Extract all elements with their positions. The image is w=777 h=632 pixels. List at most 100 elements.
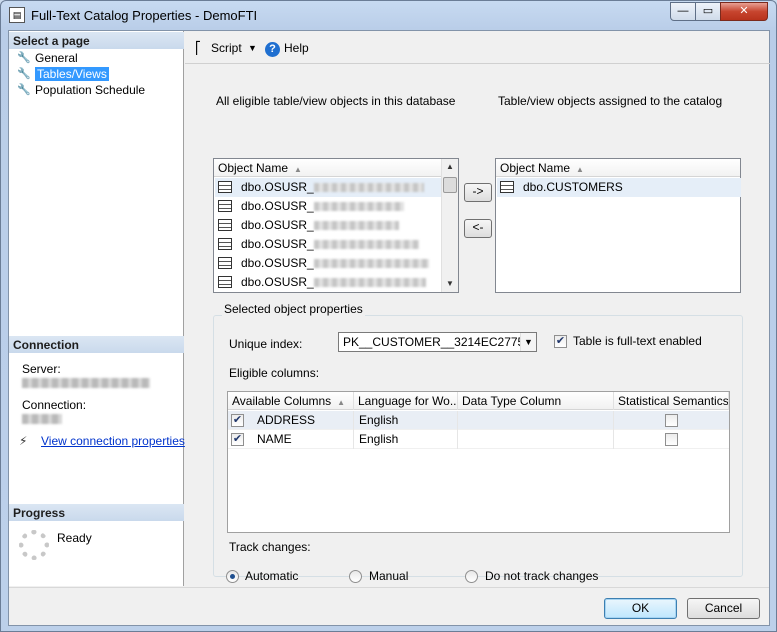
column-name-cell: NAME <box>252 430 354 449</box>
connection-value-redacted <box>22 414 62 424</box>
dialog-client-area: Select a page 🔧 General 🔧 Tables/Views 🔧… <box>8 30 770 626</box>
script-dropdown-arrow-icon[interactable]: ▼ <box>248 43 257 53</box>
page-general[interactable]: 🔧 General <box>17 51 78 66</box>
view-connection-properties-link[interactable]: View connection properties <box>41 434 185 448</box>
maximize-button[interactable]: ▭ <box>695 2 721 21</box>
wrench-icon: 🔧 <box>17 68 31 80</box>
list-item[interactable]: dbo.CUSTOMERS <box>497 178 741 197</box>
title-bar: ▤ Full-Text Catalog Properties - DemoFTI… <box>1 1 776 29</box>
track-automatic-radio[interactable] <box>226 570 239 583</box>
page-tables-views[interactable]: 🔧 Tables/Views <box>17 67 109 82</box>
sort-arrow-icon: ▲ <box>337 398 346 407</box>
list-item-label: dbo.OSUSR_ <box>241 237 314 251</box>
connection-label: Connection: <box>22 398 87 412</box>
redacted-text <box>313 240 419 250</box>
eligible-columns-grid[interactable]: Available Columns ▲ Language for Wo... Da… <box>227 391 730 533</box>
eligible-objects-list[interactable]: Object Name ▲ dbo.OSUSR_ dbo.OSUSR_ dbo.O… <box>213 158 459 293</box>
server-label: Server: <box>22 362 61 376</box>
column-include-checkbox[interactable]: ✔ <box>231 414 244 427</box>
column-header-data-type[interactable]: Data Type Column <box>458 392 614 410</box>
page-population-schedule[interactable]: 🔧 Population Schedule <box>17 83 145 98</box>
list-item[interactable]: dbo.OSUSR_ <box>215 197 442 216</box>
remove-object-button[interactable]: <- <box>464 219 492 238</box>
script-label: Script <box>211 41 242 55</box>
cancel-button[interactable]: Cancel <box>687 598 760 619</box>
sort-arrow-icon: ▲ <box>294 165 302 174</box>
data-type-column-cell[interactable] <box>458 411 614 430</box>
list-item-label: dbo.OSUSR_ <box>241 256 314 270</box>
selected-object-properties-label: Selected object properties <box>222 302 365 316</box>
redacted-text <box>313 183 424 193</box>
object-name-column-header[interactable]: Object Name ▲ <box>496 159 740 177</box>
script-icon: ⎡ <box>195 41 201 55</box>
ok-button[interactable]: OK <box>604 598 677 619</box>
track-manual-label: Manual <box>369 569 409 583</box>
tables-views-page: All eligible table/view objects in this … <box>185 65 770 586</box>
track-changes-label: Track changes: <box>229 540 311 554</box>
list-item-label: dbo.OSUSR_ <box>241 199 314 213</box>
select-page-header: Select a page <box>9 32 184 49</box>
redacted-text <box>313 202 404 212</box>
window-title: Full-Text Catalog Properties - DemoFTI <box>31 8 258 23</box>
unique-index-select[interactable]: PK__CUSTOMER__3214EC277534 ▼ <box>338 332 537 352</box>
unique-index-label: Unique index: <box>229 337 303 351</box>
minimize-button[interactable]: — <box>670 2 696 21</box>
scroll-up-icon[interactable]: ▲ <box>442 159 458 175</box>
table-icon <box>218 219 232 231</box>
dialog-window: ▤ Full-Text Catalog Properties - DemoFTI… <box>0 0 777 632</box>
list-item[interactable]: dbo.OSUSR_ <box>215 235 442 254</box>
chevron-down-icon: ▼ <box>520 333 536 351</box>
track-automatic-label: Automatic <box>245 569 299 583</box>
column-header-language[interactable]: Language for Wo... <box>354 392 458 410</box>
scroll-down-icon[interactable]: ▼ <box>442 276 458 292</box>
list-item-label: dbo.OSUSR_ <box>241 218 314 232</box>
statistical-semantics-checkbox[interactable] <box>665 414 678 427</box>
list-item-label: dbo.OSUSR_ <box>241 180 314 194</box>
assigned-objects-list[interactable]: Object Name ▲ dbo.CUSTOMERS <box>495 158 741 293</box>
object-name-column-header[interactable]: Object Name ▲ <box>214 159 441 177</box>
assigned-objects-label: Table/view objects assigned to the catal… <box>498 94 723 108</box>
statistical-semantics-checkbox[interactable] <box>665 433 678 446</box>
wrench-icon: 🔧 <box>17 84 31 96</box>
data-type-column-cell[interactable] <box>458 430 614 449</box>
plug-icon: ⚡ <box>19 434 28 448</box>
column-name-cell: ADDRESS <box>252 411 354 430</box>
page-tables-views-label: Tables/Views <box>35 67 109 81</box>
track-manual-radio[interactable] <box>349 570 362 583</box>
eligible-list-scrollbar[interactable]: ▲ ▼ <box>441 159 458 292</box>
fulltext-enabled-checkbox[interactable]: ✔ <box>554 335 567 348</box>
toolbar: ⎡ Script ▼ ? Help <box>185 31 770 64</box>
table-row[interactable]: ✔ ADDRESS English <box>228 411 729 430</box>
object-name-header-label: Object Name <box>218 161 289 175</box>
language-cell[interactable]: English <box>354 430 458 449</box>
table-icon <box>218 257 232 269</box>
script-button[interactable]: ⎡ Script <box>195 41 242 55</box>
redacted-text <box>313 221 399 231</box>
help-button[interactable]: ? Help <box>265 41 309 57</box>
track-none-radio[interactable] <box>465 570 478 583</box>
redacted-text <box>313 259 429 269</box>
server-value-redacted <box>22 378 150 388</box>
list-item[interactable]: dbo.OSUSR_ <box>215 273 442 292</box>
column-include-checkbox[interactable]: ✔ <box>231 433 244 446</box>
column-header-statistical-semantics[interactable]: Statistical Semantics <box>614 392 729 410</box>
fulltext-enabled-label: Table is full-text enabled <box>573 334 702 348</box>
available-columns-header-label: Available Columns <box>232 394 332 408</box>
list-item[interactable]: dbo.OSUSR_ <box>215 254 442 273</box>
progress-status: Ready <box>57 531 92 545</box>
column-header-available-columns[interactable]: Available Columns ▲ <box>228 392 354 410</box>
list-item[interactable]: dbo.OSUSR_ <box>215 216 442 235</box>
page-population-schedule-label: Population Schedule <box>35 83 146 97</box>
close-button[interactable]: ✕ <box>720 2 768 21</box>
progress-header: Progress <box>9 504 184 521</box>
sort-arrow-icon: ▲ <box>576 165 584 174</box>
table-row[interactable]: ✔ NAME English <box>228 430 729 449</box>
table-icon <box>218 238 232 250</box>
object-name-header-label: Object Name <box>500 161 571 175</box>
language-cell[interactable]: English <box>354 411 458 430</box>
scroll-thumb[interactable] <box>443 177 457 193</box>
add-object-button[interactable]: -> <box>464 183 492 202</box>
table-icon <box>218 200 232 212</box>
list-item[interactable]: dbo.OSUSR_ <box>215 178 442 197</box>
connection-header: Connection <box>9 336 184 353</box>
